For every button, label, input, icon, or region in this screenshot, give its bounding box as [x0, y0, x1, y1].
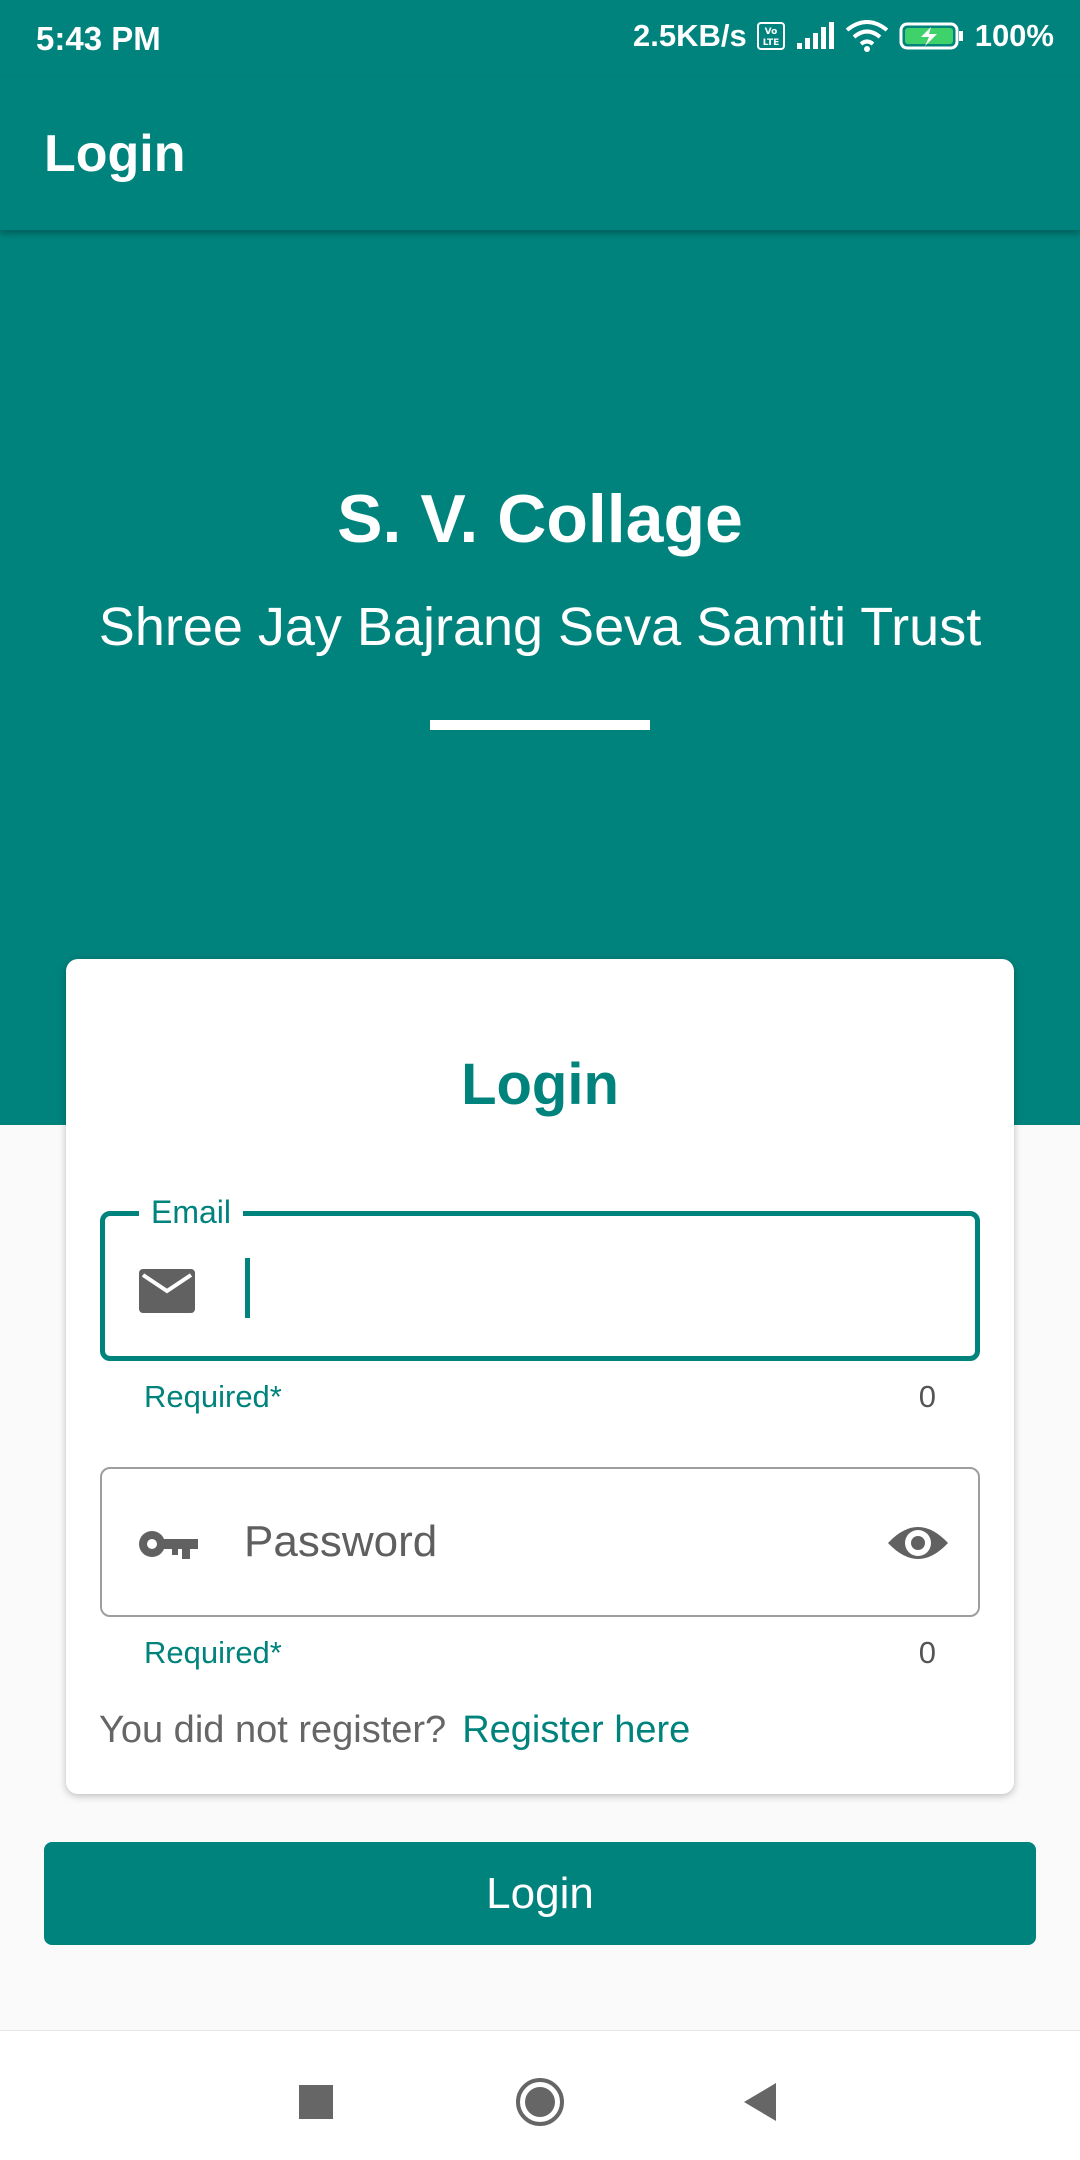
navigation-bar [0, 2030, 1080, 2160]
email-char-counter: 0 [918, 1379, 936, 1414]
app-bar: Login [0, 78, 1080, 230]
login-card: Login Email Required* 0 Password Require… [66, 959, 1014, 1794]
register-row: You did not register? Register here [99, 1709, 690, 1752]
register-link[interactable]: Register here [462, 1709, 690, 1751]
password-helper-text: Required* [144, 1635, 282, 1670]
email-label: Email [139, 1194, 244, 1230]
password-field[interactable]: Password [100, 1467, 980, 1617]
network-speed: 2.5KB/s [632, 18, 747, 53]
password-placeholder: Password [244, 1517, 438, 1566]
register-prompt: You did not register? [99, 1709, 447, 1751]
email-field[interactable]: Email [100, 1194, 980, 1361]
svg-text:Vo: Vo [764, 27, 777, 37]
status-bar: 5:43 PM 2.5KB/s Vo LTE 100% [0, 0, 1080, 78]
eye-icon[interactable] [886, 1517, 950, 1569]
status-time: 5:43 PM [36, 20, 161, 57]
wifi-icon [845, 20, 889, 52]
login-button[interactable]: Login [44, 1842, 1036, 1945]
password-char-counter: 0 [918, 1635, 936, 1670]
battery-icon [899, 21, 965, 51]
back-icon[interactable] [742, 2081, 778, 2123]
volte-icon: Vo LTE [756, 22, 785, 50]
svg-text:LTE: LTE [762, 38, 779, 48]
mail-icon [137, 1261, 197, 1321]
signal-icon [795, 21, 835, 51]
home-icon[interactable] [515, 2077, 565, 2127]
text-cursor [245, 1258, 250, 1318]
recents-icon[interactable] [299, 2085, 333, 2119]
email-helper-text: Required* [144, 1379, 282, 1414]
hero-divider [430, 720, 650, 730]
battery-percent: 100% [974, 18, 1054, 53]
college-name: S. V. Collage [337, 481, 743, 557]
trust-name: Shree Jay Bajrang Seva Samiti Trust [98, 597, 982, 657]
key-icon [136, 1514, 198, 1574]
status-indicators: 2.5KB/s Vo LTE 100% [633, 18, 1054, 54]
app-bar-title: Login [44, 125, 186, 183]
card-title: Login [461, 1052, 619, 1117]
